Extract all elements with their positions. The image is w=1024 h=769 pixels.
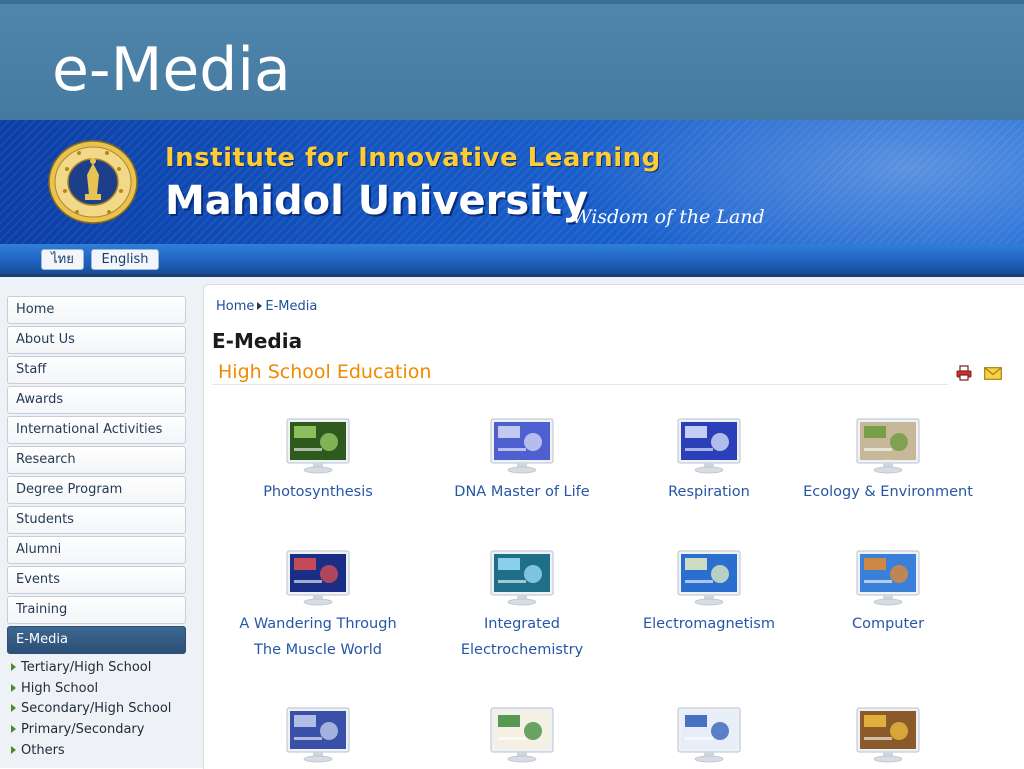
sidebar-item-about-us[interactable]: About Us: [7, 326, 186, 354]
arrow-right-icon: [257, 302, 263, 310]
media-item[interactable]: Electromagnetism: [614, 550, 804, 637]
section-divider: [212, 384, 948, 385]
subnav-item-secondary-high-school[interactable]: Secondary/High School: [11, 699, 171, 720]
sidebar-item-awards[interactable]: Awards: [7, 386, 186, 414]
media-item[interactable]: [614, 707, 804, 763]
monitor-thumbnail[interactable]: [285, 418, 351, 474]
university-name: Mahidol University: [165, 178, 589, 224]
arrow-right-icon: [11, 704, 16, 713]
subnav-item-label: Primary/Secondary: [21, 722, 145, 738]
breadcrumb: Home E-Media: [216, 299, 317, 314]
arrow-right-icon: [11, 745, 16, 754]
media-item-label[interactable]: Electrochemistry: [427, 637, 617, 663]
language-bar: ไทย English: [0, 244, 1024, 277]
university-seal[interactable]: [47, 139, 139, 225]
monitor-thumbnail[interactable]: [489, 550, 555, 606]
monitor-thumbnail[interactable]: [676, 550, 742, 606]
monitor-thumbnail[interactable]: [489, 707, 555, 763]
sidebar-nav: Home About Us Staff Awards International…: [7, 296, 186, 656]
media-item[interactable]: [793, 707, 983, 763]
monitor-thumbnail[interactable]: [489, 418, 555, 474]
sidebar-item-e-media[interactable]: E-Media: [7, 626, 186, 654]
media-item[interactable]: [223, 707, 413, 763]
subnav-item-high-school[interactable]: High School: [11, 679, 171, 700]
media-item[interactable]: Ecology & Environment: [793, 418, 983, 505]
media-item-label[interactable]: Ecology & Environment: [793, 479, 983, 505]
university-tagline: Wisdom of the Land: [572, 206, 765, 228]
monitor-thumbnail[interactable]: [285, 550, 351, 606]
media-item-label[interactable]: Photosynthesis: [223, 479, 413, 505]
media-item-label[interactable]: Electromagnetism: [614, 611, 804, 637]
section-title: High School Education: [218, 361, 432, 383]
slide-title: e-Media: [52, 35, 291, 105]
subnav-item-label: Others: [21, 742, 65, 758]
media-item[interactable]: Integrated Electrochemistry: [427, 550, 617, 663]
subnav-item-label: Secondary/High School: [21, 701, 172, 717]
breadcrumb-e-media-link[interactable]: E-Media: [265, 299, 317, 314]
language-thai-button[interactable]: ไทย: [41, 249, 84, 270]
media-item[interactable]: A Wandering Through The Muscle World: [223, 550, 413, 663]
institute-name: Institute for Innovative Learning: [165, 143, 661, 173]
monitor-thumbnail[interactable]: [855, 418, 921, 474]
sidebar-item-home[interactable]: Home: [7, 296, 186, 324]
mail-icon[interactable]: [984, 367, 1002, 380]
page-title: E-Media: [212, 329, 303, 353]
sidebar-item-staff[interactable]: Staff: [7, 356, 186, 384]
page-body: Home About Us Staff Awards International…: [0, 277, 1024, 769]
media-item-label[interactable]: DNA Master of Life: [427, 479, 617, 505]
breadcrumb-home-link[interactable]: Home: [216, 299, 254, 314]
sidebar-item-events[interactable]: Events: [7, 566, 186, 594]
sidebar-item-training[interactable]: Training: [7, 596, 186, 624]
media-item-label[interactable]: A Wandering Through: [223, 611, 413, 637]
media-item-label[interactable]: Computer: [793, 611, 983, 637]
media-item-label[interactable]: Integrated: [427, 611, 617, 637]
sidebar-subnav: Tertiary/High School High School Seconda…: [11, 658, 171, 761]
subnav-item-label: Tertiary/High School: [21, 660, 152, 675]
sidebar-item-degree-program[interactable]: Degree Program: [7, 476, 186, 504]
sidebar-item-alumni[interactable]: Alumni: [7, 536, 186, 564]
arrow-right-icon: [11, 663, 16, 671]
monitor-thumbnail[interactable]: [676, 707, 742, 763]
monitor-thumbnail[interactable]: [855, 550, 921, 606]
language-english-button[interactable]: English: [91, 249, 159, 270]
monitor-thumbnail[interactable]: [676, 418, 742, 474]
media-item-label[interactable]: The Muscle World: [223, 637, 413, 663]
media-item[interactable]: [427, 707, 617, 763]
slide-title-bar: e-Media: [0, 0, 1024, 120]
sidebar-item-students[interactable]: Students: [7, 506, 186, 534]
sidebar-item-international-activities[interactable]: International Activities: [7, 416, 186, 444]
subnav-item-primary-secondary[interactable]: Primary/Secondary: [11, 720, 171, 741]
monitor-thumbnail[interactable]: [855, 707, 921, 763]
subnav-item-label: High School: [21, 680, 99, 696]
sidebar-item-research[interactable]: Research: [7, 446, 186, 474]
subnav-item-others[interactable]: Others: [11, 741, 171, 762]
subnav-item-tertiary-high-school[interactable]: Tertiary/High School: [11, 658, 171, 679]
monitor-thumbnail[interactable]: [285, 707, 351, 763]
media-item[interactable]: Photosynthesis: [223, 418, 413, 505]
main-content: Home E-Media E-Media High School Educatio…: [203, 284, 1024, 769]
media-item[interactable]: Respiration: [614, 418, 804, 505]
printer-icon[interactable]: [956, 365, 972, 381]
media-item-label[interactable]: Respiration: [614, 479, 804, 505]
site-header-banner: Institute for Innovative Learning Mahido…: [0, 120, 1024, 244]
media-item[interactable]: DNA Master of Life: [427, 418, 617, 505]
media-item[interactable]: Computer: [793, 550, 983, 637]
arrow-right-icon: [11, 683, 16, 692]
arrow-right-icon: [11, 725, 16, 734]
